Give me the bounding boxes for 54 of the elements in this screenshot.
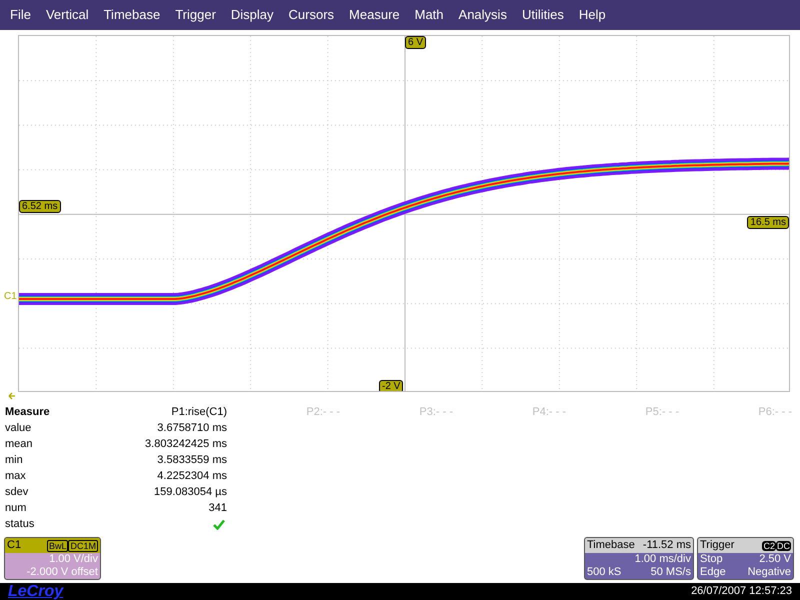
row-label: status [4,517,36,532]
menu-item[interactable]: Display [230,5,274,25]
vertical-offset: -2.000 V offset [26,566,99,580]
sample-count: 500 kS [587,566,622,580]
channel-tag: DC1M [68,540,98,552]
trigger-type: Edge [700,566,726,580]
trigger-slope: Negative [748,566,791,580]
parameter-heading[interactable]: P1:rise(C1) [130,404,227,420]
measure-value: 4.2252304 ms [156,469,227,484]
channel-name: C1 [7,539,22,552]
menu-item[interactable]: Help [578,5,606,25]
vertical-scale: 1.00 V/div [48,553,99,566]
channel-panel[interactable]: C1 BwL DC1M 1.00 V/div -2.000 V offset [4,537,101,580]
voltage-marker: -2 V [379,380,404,391]
measure-value: 159.083054 µs [152,485,227,500]
trigger-tag: C2 [762,540,776,551]
row-label: num [4,501,28,516]
measure-value: 3.5833559 ms [156,453,227,468]
time-marker: 6.52 ms [19,200,61,213]
timebase-delay: -11.52 ms [642,539,691,552]
brand-logo: LeCroy [8,583,64,600]
voltage-marker: 6 V [405,36,426,49]
row-label: mean [4,437,34,452]
channel-marker: C1 [4,290,17,304]
measure-title: Measure [4,405,51,420]
row-label: min [4,453,24,468]
trigger-panel[interactable]: Trigger C2 DC Stop 2.50 V Edge Negative [697,537,794,580]
menu-item[interactable]: Math [414,5,444,25]
timebase-title: Timebase [587,539,635,552]
row-label: max [4,469,27,484]
measure-value: 3.6758710 ms [156,421,227,436]
channel-tag: BwL [46,540,68,552]
menu-item[interactable]: Analysis [458,5,507,25]
measure-value: 3.803242425 ms [144,437,227,452]
trigger-tag: DC [776,540,791,551]
menu-item[interactable]: Cursors [288,5,334,25]
row-label: sdev [4,485,30,500]
trigger-mode: Stop [700,553,723,566]
menu-item[interactable]: Timebase [104,5,160,25]
date-time: 26/07/2007 12:57:23 [691,584,792,600]
sample-rate: 50 MS/s [650,566,691,580]
menu-item[interactable]: Trigger [175,5,216,25]
row-label: value [4,421,32,436]
measure-value: 341 [208,501,227,516]
menu-item[interactable]: File [10,5,31,25]
menu-item[interactable]: Utilities [522,5,564,25]
menu-item[interactable]: Measure [349,5,400,25]
arrow-left-icon [8,392,16,400]
timebase-scale: 1.00 ms/div [634,553,692,566]
timebase-panel[interactable]: Timebase -11.52 ms 1.00 ms/div 500 kS 50 MS/s [584,537,694,580]
trigger-level: 2.50 V [759,553,791,566]
menu-item[interactable]: Vertical [46,5,89,25]
trigger-title: Trigger [700,539,734,552]
time-marker: 16.5 ms [747,216,789,229]
